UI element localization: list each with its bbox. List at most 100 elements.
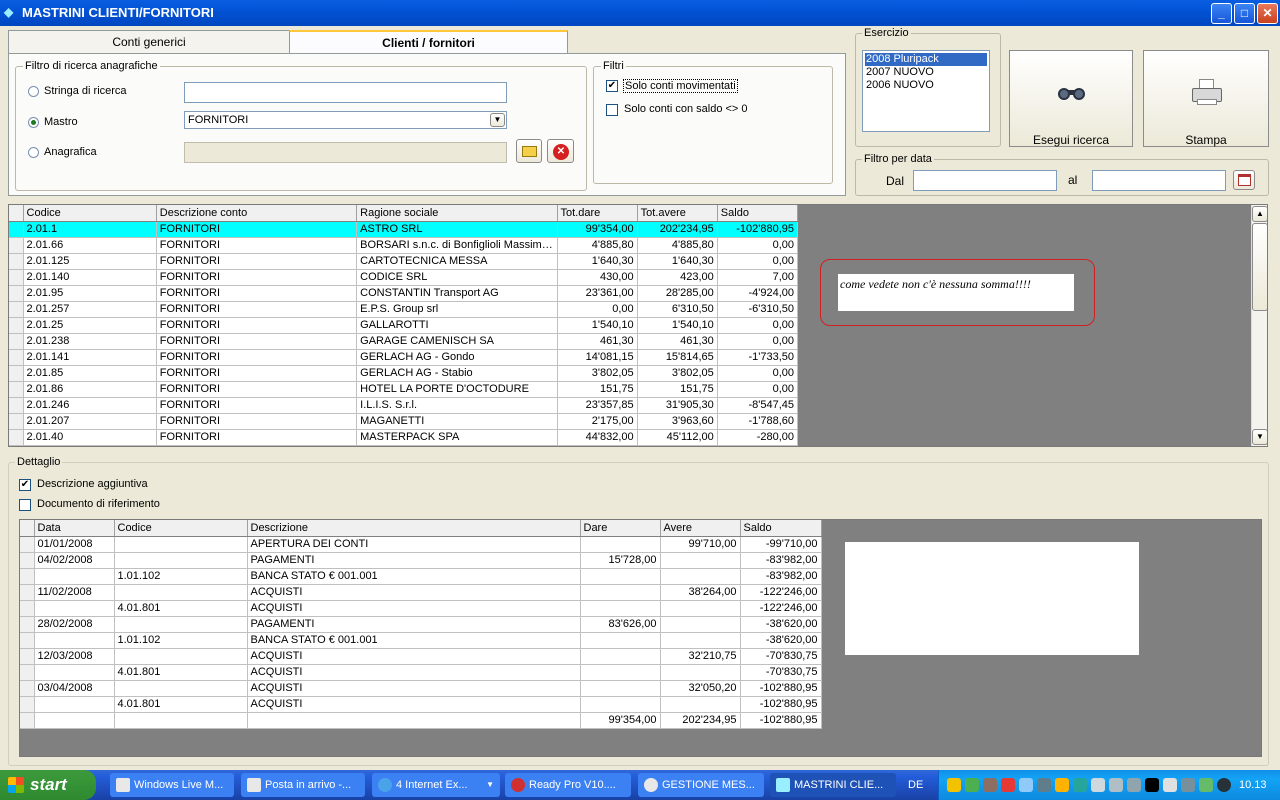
search-input[interactable] xyxy=(184,82,507,103)
table-row[interactable]: 2.01.66 FORNITORI BORSARI s.n.c. di Bonfig… xyxy=(9,237,799,254)
col-avere[interactable]: Avere xyxy=(660,520,741,537)
scroll-thumb[interactable] xyxy=(1252,223,1267,311)
language-indicator[interactable]: DE xyxy=(908,779,923,791)
open-folder-button[interactable] xyxy=(516,139,542,163)
row-selector[interactable] xyxy=(9,253,24,270)
printer-tray-icon[interactable] xyxy=(1109,778,1123,792)
col-tot-dare[interactable]: Tot.dare xyxy=(557,205,638,222)
row-selector[interactable] xyxy=(20,664,35,681)
tab-clienti-fornitori[interactable]: Clienti / fornitori xyxy=(289,30,568,55)
table-row[interactable]: 2.01.1 FORNITORI ASTRO SRL 99'354,00 202'234… xyxy=(9,221,799,238)
col-tot-avere[interactable]: Tot.avere xyxy=(637,205,718,222)
table-row[interactable]: 1.01.102 BANCA STATO € 001.001 -83'982,00 xyxy=(20,568,822,585)
row-selector[interactable] xyxy=(9,381,24,398)
row-selector[interactable] xyxy=(9,285,24,302)
row-selector[interactable] xyxy=(20,552,35,569)
table-row[interactable]: 11/02/2008 ACQUISTI 38'264,00 -122'246,00 xyxy=(20,584,822,601)
conti-scrollbar[interactable]: ▲ ▼ xyxy=(1251,205,1267,446)
table-row[interactable]: 2.01.257 FORNITORI E.P.S. Group srl 0,00 6'3… xyxy=(9,301,799,318)
console-icon[interactable] xyxy=(1145,778,1159,792)
table-row[interactable]: 99'354,00 202'234,95 -102'880,95 xyxy=(20,712,822,729)
table-row[interactable]: 2.01.238 FORNITORI GARAGE CAMENISCH SA 461,… xyxy=(9,333,799,350)
row-selector[interactable] xyxy=(20,712,35,729)
close-button[interactable]: ✕ xyxy=(1257,3,1278,24)
col-saldo[interactable]: Saldo xyxy=(740,520,822,537)
row-selector[interactable] xyxy=(20,648,35,665)
scroll-down-icon[interactable]: ▼ xyxy=(1252,429,1267,445)
dal-input[interactable] xyxy=(913,170,1057,191)
row-selector[interactable] xyxy=(20,584,35,601)
row-selector[interactable] xyxy=(20,680,35,697)
update-icon[interactable] xyxy=(1019,778,1033,792)
row-selector[interactable] xyxy=(9,365,24,382)
table-row[interactable]: 2.01.40 FORNITORI MASTERPACK SPA 44'832,00 4… xyxy=(9,429,799,446)
monitor-icon[interactable] xyxy=(1091,778,1105,792)
search-button[interactable]: Esegui ricerca xyxy=(1009,50,1133,147)
checkbox-descrizione-aggiuntiva[interactable]: ✔ xyxy=(19,479,31,491)
sync-icon[interactable] xyxy=(1073,778,1087,792)
task-ready-pro[interactable]: Ready Pro V10.... xyxy=(505,773,631,797)
volume-icon[interactable] xyxy=(1217,778,1231,792)
print-button[interactable]: Stampa xyxy=(1143,50,1269,147)
row-selector[interactable] xyxy=(20,568,35,585)
col-codice[interactable]: Codice xyxy=(114,520,248,537)
security-icon[interactable] xyxy=(1001,778,1015,792)
radio-mastro[interactable] xyxy=(28,117,39,128)
checkbox-documento-riferimento[interactable] xyxy=(19,499,31,511)
table-row[interactable]: 03/04/2008 ACQUISTI 32'050,20 -102'880,95 xyxy=(20,680,822,697)
table-row[interactable]: 4.01.801 ACQUISTI -102'880,95 xyxy=(20,696,822,713)
table-row[interactable]: 4.01.801 ACQUISTI -122'246,00 xyxy=(20,600,822,617)
col-ragione-sociale[interactable]: Ragione sociale xyxy=(356,205,558,222)
task-posta[interactable]: Posta in arrivo -... xyxy=(241,773,365,797)
table-row[interactable]: 2.01.246 FORNITORI I.L.I.S. S.r.l. 23'357,8… xyxy=(9,397,799,414)
user-icon[interactable] xyxy=(965,778,979,792)
scroll-up-icon[interactable]: ▲ xyxy=(1252,206,1267,222)
col-dare[interactable]: Dare xyxy=(580,520,661,537)
row-selector[interactable] xyxy=(9,429,24,446)
task-windows-live[interactable]: Windows Live M... xyxy=(110,773,234,797)
alert-icon[interactable] xyxy=(1055,778,1069,792)
calendar-button[interactable] xyxy=(1233,170,1255,190)
table-row[interactable]: 04/02/2008 PAGAMENTI 15'728,00 -83'982,00 xyxy=(20,552,822,569)
shield-icon[interactable] xyxy=(947,778,961,792)
table-row[interactable]: 2.01.25 FORNITORI GALLAROTTI 1'540,10 1'540,… xyxy=(9,317,799,334)
esercizio-item-2008[interactable]: 2008 Pluripack xyxy=(865,53,987,66)
col-data[interactable]: Data xyxy=(34,520,115,537)
checkbox-solo-saldo[interactable] xyxy=(606,104,618,116)
table-row[interactable]: 4.01.801 ACQUISTI -70'830,75 xyxy=(20,664,822,681)
task-gestione-mes[interactable]: GESTIONE MES... xyxy=(638,773,764,797)
row-selector[interactable] xyxy=(9,221,24,238)
device-icon[interactable] xyxy=(1037,778,1051,792)
battery-icon[interactable] xyxy=(1199,778,1213,792)
col-descrizione-conto[interactable]: Descrizione conto xyxy=(156,205,358,222)
network-icon[interactable] xyxy=(983,778,997,792)
chevron-down-icon[interactable]: ▼ xyxy=(490,113,505,127)
table-row[interactable]: 2.01.95 FORNITORI CONSTANTIN Transport AG 2… xyxy=(9,285,799,302)
table-row[interactable]: 2.01.125 FORNITORI CARTOTECNICA MESSA 1'640… xyxy=(9,253,799,270)
row-selector[interactable] xyxy=(20,600,35,617)
row-selector[interactable] xyxy=(20,536,35,553)
col-codice[interactable]: Codice xyxy=(23,205,157,222)
table-row[interactable]: 2.01.140 FORNITORI CODICE SRL 430,00 423,00 7… xyxy=(9,269,799,286)
row-selector[interactable] xyxy=(9,317,24,334)
clear-button[interactable]: ✕ xyxy=(547,139,574,163)
tab-conti-generici[interactable]: Conti generici xyxy=(8,30,290,54)
col-saldo[interactable]: Saldo xyxy=(717,205,799,222)
connection-icon[interactable] xyxy=(1127,778,1141,792)
task-mastrini[interactable]: MASTRINI CLIE... xyxy=(770,773,896,797)
radio-stringa[interactable] xyxy=(28,86,39,97)
start-button[interactable]: start xyxy=(0,770,96,800)
row-selector[interactable] xyxy=(20,616,35,633)
esercizio-item-2006[interactable]: 2006 NUOVO xyxy=(866,79,934,91)
display-icon[interactable] xyxy=(1163,778,1177,792)
esercizio-item-2007[interactable]: 2007 NUOVO xyxy=(866,66,934,78)
esercizio-list[interactable]: 2008 Pluripack 2007 NUOVO 2006 NUOVO xyxy=(862,50,990,132)
radio-anagrafica[interactable] xyxy=(28,147,39,158)
settings-icon[interactable] xyxy=(1181,778,1195,792)
task-internet-explorer[interactable]: 4 Internet Ex... ▼ xyxy=(372,773,500,797)
table-row[interactable]: 2.01.85 FORNITORI GERLACH AG - Stabio 3'802… xyxy=(9,365,799,382)
row-selector[interactable] xyxy=(9,413,24,430)
table-row[interactable]: 01/01/2008 APERTURA DEI CONTI 99'710,00 -99… xyxy=(20,536,822,553)
col-descrizione[interactable]: Descrizione xyxy=(247,520,581,537)
checkbox-solo-movimentati[interactable]: ✔ xyxy=(606,80,618,92)
